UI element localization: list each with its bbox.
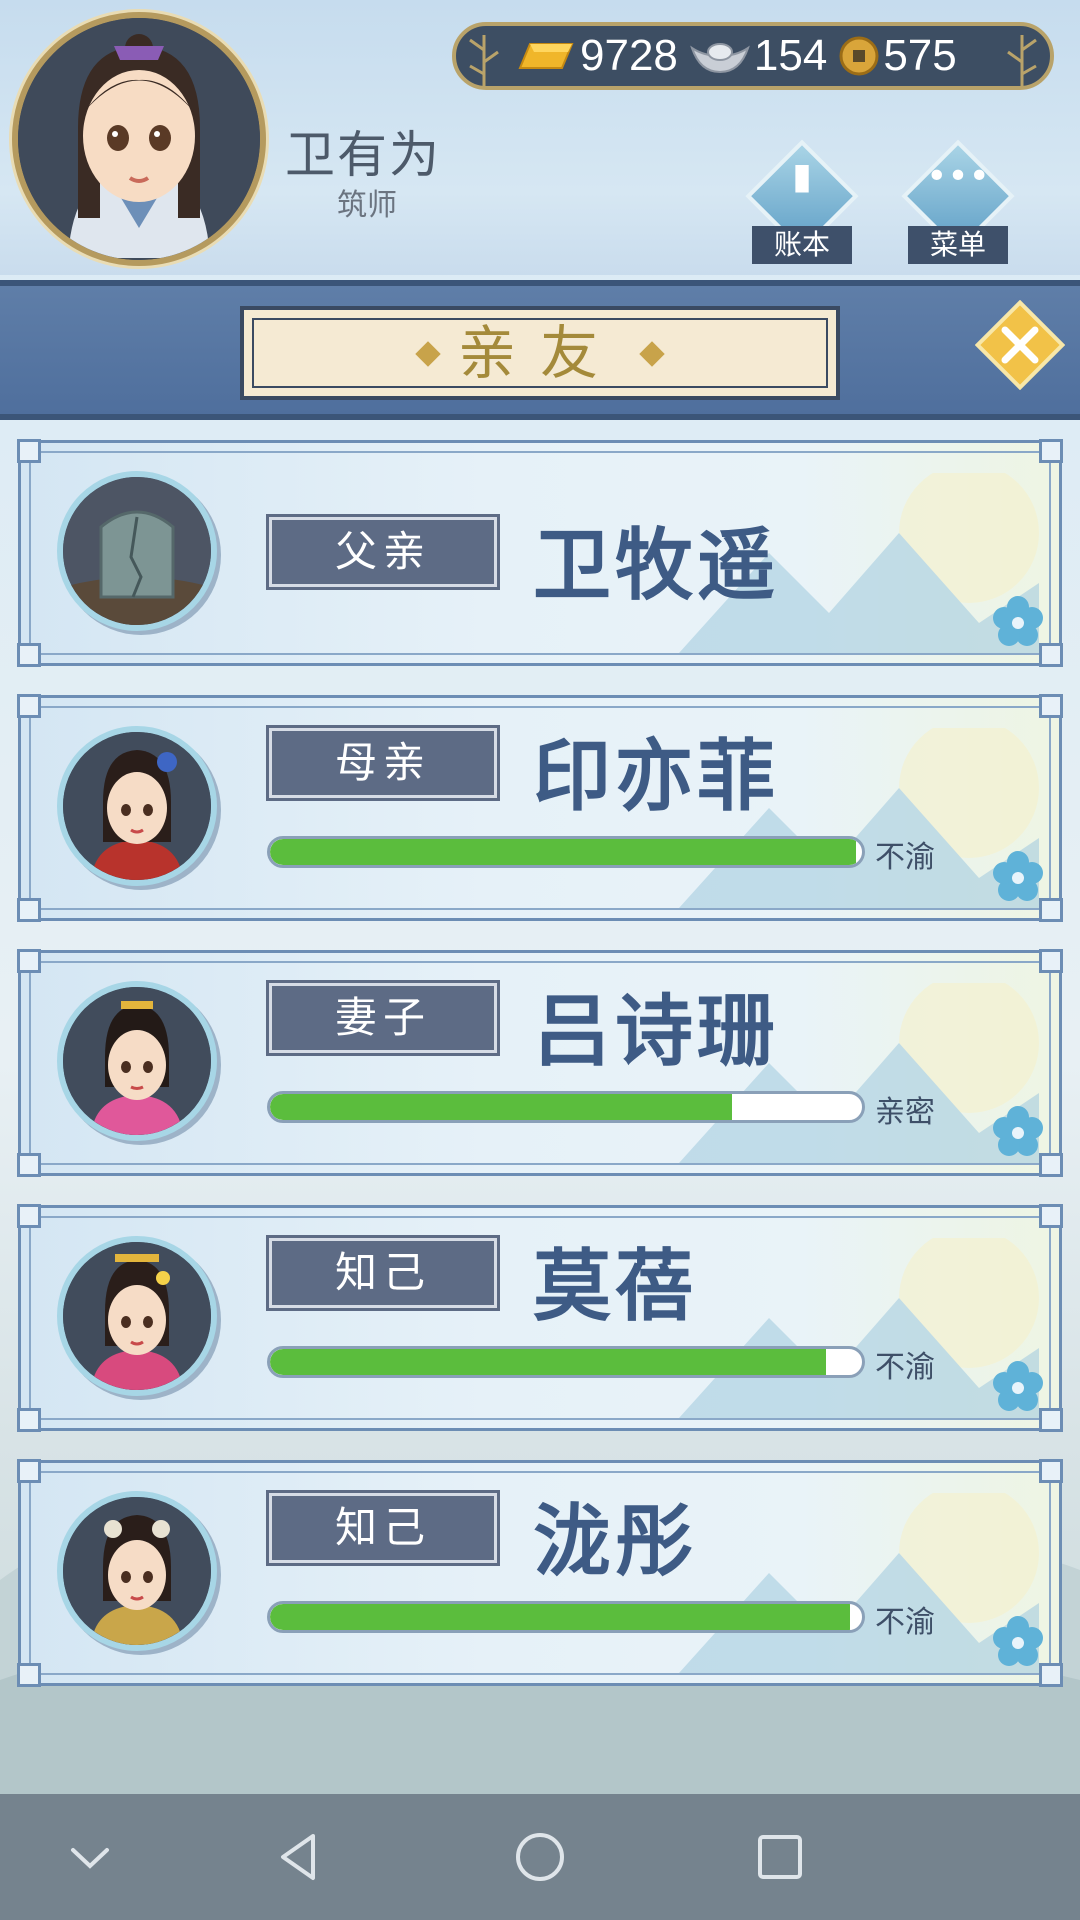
silver-amount: 154	[753, 31, 828, 80]
currency-bar: 9728 154 575	[452, 22, 1054, 90]
book-icon: ▮	[792, 156, 812, 197]
ledger-button[interactable]: ▮ 账本	[742, 139, 862, 264]
card-corner	[1039, 1459, 1063, 1483]
relative-card[interactable]: 知己 莫蓓 不渝	[17, 1204, 1063, 1432]
close-button[interactable]	[975, 300, 1065, 390]
portrait-woman	[57, 1491, 217, 1651]
relation-tag: 父亲	[266, 514, 500, 590]
affection-status: 不渝	[875, 840, 935, 875]
affection-status: 不渝	[875, 1605, 935, 1640]
character-name: 印亦菲	[533, 732, 780, 822]
system-navigation-bar	[0, 1794, 1080, 1920]
card-corner	[17, 439, 41, 463]
player-avatar[interactable]	[12, 12, 266, 266]
affection-bar-fill	[270, 1604, 851, 1630]
relative-card[interactable]: 母亲 印亦菲 不渝	[17, 694, 1063, 922]
flower-icon	[993, 596, 1043, 646]
back-triangle-icon[interactable]	[265, 1822, 335, 1892]
menu-label: 菜单	[908, 226, 1008, 264]
hide-keyboard-chevron-icon[interactable]	[55, 1822, 125, 1892]
gold-ingot-icon	[518, 43, 574, 69]
affection-bar	[267, 1601, 865, 1633]
affection-bar-fill	[270, 1349, 827, 1375]
ledger-label: 账本	[752, 226, 852, 264]
recents-square-icon[interactable]	[745, 1822, 815, 1892]
card-corner	[17, 949, 41, 973]
card-corner	[1039, 694, 1063, 718]
card-corner	[17, 1459, 41, 1483]
relative-card[interactable]: 父亲 卫牧遥	[17, 439, 1063, 667]
player-name: 卫有为	[285, 126, 441, 184]
affection-status: 亲密	[875, 1095, 935, 1130]
affection-bar-fill	[270, 839, 857, 865]
silver-counter: 154	[690, 31, 827, 81]
copper-counter: 575	[839, 31, 957, 81]
player-title: 筑师	[337, 188, 397, 223]
relation-tag: 母亲	[266, 725, 500, 801]
panel-title-plate: 亲友	[240, 306, 840, 400]
affection-bar	[267, 836, 865, 868]
home-circle-icon[interactable]	[505, 1822, 575, 1892]
menu-button[interactable]: ••• 菜单	[898, 139, 1018, 264]
portrait-woman	[57, 1236, 217, 1396]
more-dots-icon: •••	[926, 156, 990, 197]
card-corner	[1039, 949, 1063, 973]
card-corner	[17, 1153, 41, 1177]
affection-bar-fill	[270, 1094, 732, 1120]
relation-tag: 知己	[266, 1490, 500, 1566]
card-mountain-decor	[679, 1238, 1039, 1418]
character-name: 卫牧遥	[533, 521, 780, 611]
silver-ingot-icon	[690, 43, 750, 74]
copper-coin-icon	[839, 36, 879, 76]
bamboo-icon	[469, 35, 499, 88]
relation-tag: 妻子	[266, 980, 500, 1056]
card-corner	[17, 694, 41, 718]
card-corner	[17, 1408, 41, 1432]
character-name: 莫蓓	[533, 1242, 698, 1332]
flower-icon	[993, 1361, 1043, 1411]
relation-tag: 知己	[266, 1235, 500, 1311]
card-corner	[17, 1663, 41, 1687]
card-corner	[1039, 439, 1063, 463]
flower-icon	[993, 851, 1043, 901]
character-name: 吕诗珊	[533, 987, 780, 1077]
card-corner	[17, 898, 41, 922]
gold-counter: 9728	[516, 31, 678, 81]
portrait-tombstone	[57, 471, 217, 631]
portrait-woman	[57, 981, 217, 1141]
card-corner	[1039, 1204, 1063, 1228]
gold-amount: 9728	[580, 31, 678, 80]
character-name: 泷彤	[533, 1497, 698, 1587]
header: 卫有为 筑师 9728 154 575 ▮ 账本 ••• 菜单	[0, 0, 1080, 275]
bamboo-icon	[1007, 35, 1037, 88]
affection-status: 不渝	[875, 1350, 935, 1385]
affection-bar	[267, 1346, 865, 1378]
portrait-woman	[57, 726, 217, 886]
card-corner	[17, 643, 41, 667]
panel-title-banner: 亲友	[0, 280, 1080, 420]
copper-amount: 575	[883, 31, 957, 80]
relative-card[interactable]: 妻子 吕诗珊 亲密	[17, 949, 1063, 1177]
relative-card[interactable]: 知己 泷彤 不渝	[17, 1459, 1063, 1687]
card-mountain-decor	[679, 1493, 1039, 1673]
flower-icon	[993, 1106, 1043, 1156]
card-corner	[17, 1204, 41, 1228]
panel-title: 亲友	[457, 319, 622, 387]
affection-bar	[267, 1091, 865, 1123]
flower-icon	[993, 1616, 1043, 1666]
